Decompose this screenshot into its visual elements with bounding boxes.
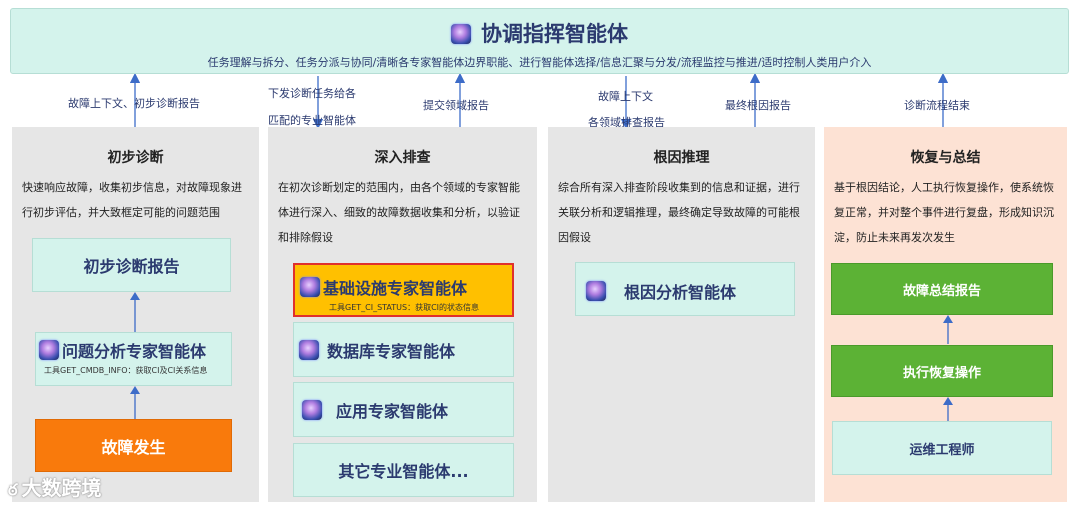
agent-label: 基础设施专家智能体 xyxy=(323,279,468,298)
ops-engineer-label: 运维工程师 xyxy=(909,442,975,458)
agent-label: 根因分析智能体 xyxy=(624,283,737,302)
arrow-up-icon xyxy=(130,386,140,419)
column-title: 根因推理 xyxy=(653,150,710,166)
arrow-up-icon xyxy=(130,292,140,333)
column-description: 在初次诊断划定的范围内，由各个领域的专家智能体进行深入、细致的故障数据收集和分析… xyxy=(278,181,520,244)
flow-label-col2-down-1: 下发诊断任务给各 xyxy=(268,87,356,100)
root-cause-agent[interactable]: 根因分析智能体 xyxy=(575,262,795,316)
other-agents[interactable]: 其它专业智能体... xyxy=(293,443,514,497)
column-description: 基于根因结论，人工执行恢复操作，使系统恢复正常，并对整个事件进行复盘，形成知识沉… xyxy=(834,181,1054,244)
brain-icon xyxy=(39,340,59,360)
agent-header: 根因分析智能体 xyxy=(586,279,736,303)
watermark: ఠ 大数跨境 xyxy=(8,472,102,503)
flow-label-col1-up: 故障上下文、初步诊断报告 xyxy=(68,97,200,110)
agent-label: 其它专业智能体... xyxy=(338,462,469,481)
coordinator-banner: 协调指挥智能体 任务理解与拆分、任务分派与协同/清晰各专家智能体边界职能、进行智… xyxy=(10,8,1069,74)
initial-report-label: 初步诊断报告 xyxy=(83,257,180,276)
agent-header: 问题分析专家智能体 xyxy=(39,338,206,362)
application-agent[interactable]: 应用专家智能体 xyxy=(293,382,514,437)
fault-occurred-label: 故障发生 xyxy=(101,437,166,457)
recovery-action-label: 执行恢复操作 xyxy=(902,365,981,381)
agent-header: 数据库专家智能体 xyxy=(299,338,455,362)
watermark-logo-icon: ఠ xyxy=(8,480,18,499)
arrow-up-icon xyxy=(943,315,953,344)
infrastructure-agent[interactable]: 基础设施专家智能体 工具GET_CI_STATUS：获取CI的状态信息 xyxy=(293,263,514,317)
brain-icon xyxy=(586,281,606,301)
agent-label: 问题分析专家智能体 xyxy=(62,342,207,361)
column-title: 初步诊断 xyxy=(107,150,164,166)
flow-label-col3-down-1: 故障上下文 xyxy=(598,90,653,103)
problem-analysis-agent[interactable]: 问题分析专家智能体 工具GET_CMDB_INFO：获取CI及CI关系信息 xyxy=(35,332,232,386)
agent-header: 应用专家智能体 xyxy=(302,398,448,422)
ops-engineer-node[interactable]: 运维工程师 xyxy=(832,421,1052,475)
brain-icon xyxy=(302,400,322,420)
watermark-text: 大数跨境 xyxy=(21,476,102,500)
agent-tool-note: 工具GET_CI_STATUS：获取CI的状态信息 xyxy=(329,303,480,312)
agent-header: 基础设施专家智能体 xyxy=(300,275,467,299)
database-agent[interactable]: 数据库专家智能体 xyxy=(293,322,514,377)
summary-report-label: 故障总结报告 xyxy=(902,283,981,299)
column-description: 快速响应故障，收集初步信息，对故障现象进行初步评估，并大致框定可能的问题范围 xyxy=(22,181,242,219)
flow-label-col2-down-2: 匹配的专业智能体 xyxy=(268,114,356,127)
agent-label: 数据库专家智能体 xyxy=(327,342,456,361)
brain-icon xyxy=(451,24,471,44)
arrow-up-icon xyxy=(943,397,953,421)
initial-report-node[interactable]: 初步诊断报告 xyxy=(32,238,231,292)
coordinator-title: 协调指挥智能体 xyxy=(481,22,628,46)
agent-tool-note: 工具GET_CMDB_INFO：获取CI及CI关系信息 xyxy=(44,366,208,375)
column-title: 深入排查 xyxy=(374,150,431,166)
summary-report-node[interactable]: 故障总结报告 xyxy=(831,263,1053,315)
brain-icon xyxy=(299,340,319,360)
brain-icon xyxy=(300,277,320,297)
flow-label-col4-up: 诊断流程结束 xyxy=(904,99,970,112)
recovery-action-node[interactable]: 执行恢复操作 xyxy=(831,345,1053,397)
flow-label-col2-up: 提交领域报告 xyxy=(423,99,489,112)
flow-label-col3-up: 最终根因报告 xyxy=(725,99,791,112)
agent-label: 应用专家智能体 xyxy=(336,402,449,421)
coordinator-subtitle: 任务理解与拆分、任务分派与协同/清晰各专家智能体边界职能、进行智能体选择/信息汇… xyxy=(207,56,872,69)
column-title: 恢复与总结 xyxy=(910,150,981,166)
fault-occurred-node[interactable]: 故障发生 xyxy=(35,419,232,472)
coordinator-title-row: 协调指挥智能体 xyxy=(11,18,1068,48)
column-description: 综合所有深入排查阶段收集到的信息和证据，进行关联分析和逻辑推理，最终确定导致故障… xyxy=(558,181,800,244)
